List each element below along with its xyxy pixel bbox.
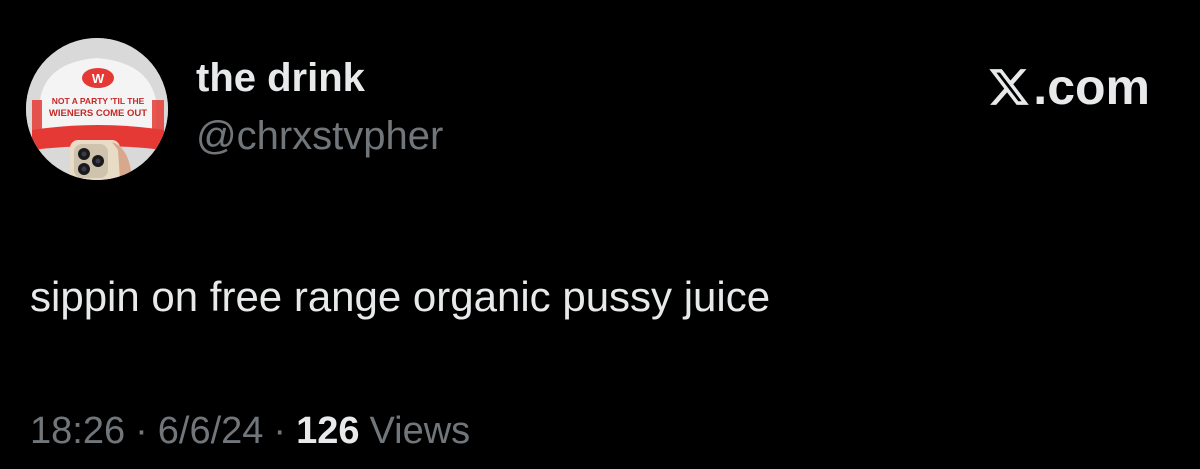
- brand-domain: .com: [1033, 59, 1150, 115]
- x-brand-watermark: .com: [987, 62, 1150, 112]
- avatar-photo: W NOT A PARTY 'TIL THE WIENERS COME OUT: [26, 38, 168, 180]
- avatar[interactable]: W NOT A PARTY 'TIL THE WIENERS COME OUT: [26, 38, 168, 180]
- meta-separator: ·: [273, 410, 287, 452]
- views-label: Views: [369, 410, 471, 452]
- user-handle[interactable]: @chrxstvpher: [196, 116, 443, 156]
- tweet-time[interactable]: 18:26: [30, 410, 125, 452]
- meta-separator: ·: [135, 410, 148, 452]
- x-logo-icon: [987, 65, 1031, 109]
- hat-text-line1: NOT A PARTY 'TIL THE: [52, 96, 145, 106]
- tweet-date[interactable]: 6/6/24: [158, 410, 264, 452]
- hat-logo: W: [92, 71, 105, 86]
- tweet-text: sippin on free range organic pussy juice: [30, 273, 771, 320]
- tweet-meta: 18:26 · 6/6/24 · 126 Views: [30, 412, 470, 450]
- display-name[interactable]: the drink: [196, 58, 365, 98]
- hat-text-line2: WIENERS COME OUT: [49, 108, 147, 119]
- tweet-card: W NOT A PARTY 'TIL THE WIENERS COME OUT …: [0, 0, 1200, 469]
- views-count[interactable]: 126: [296, 410, 359, 452]
